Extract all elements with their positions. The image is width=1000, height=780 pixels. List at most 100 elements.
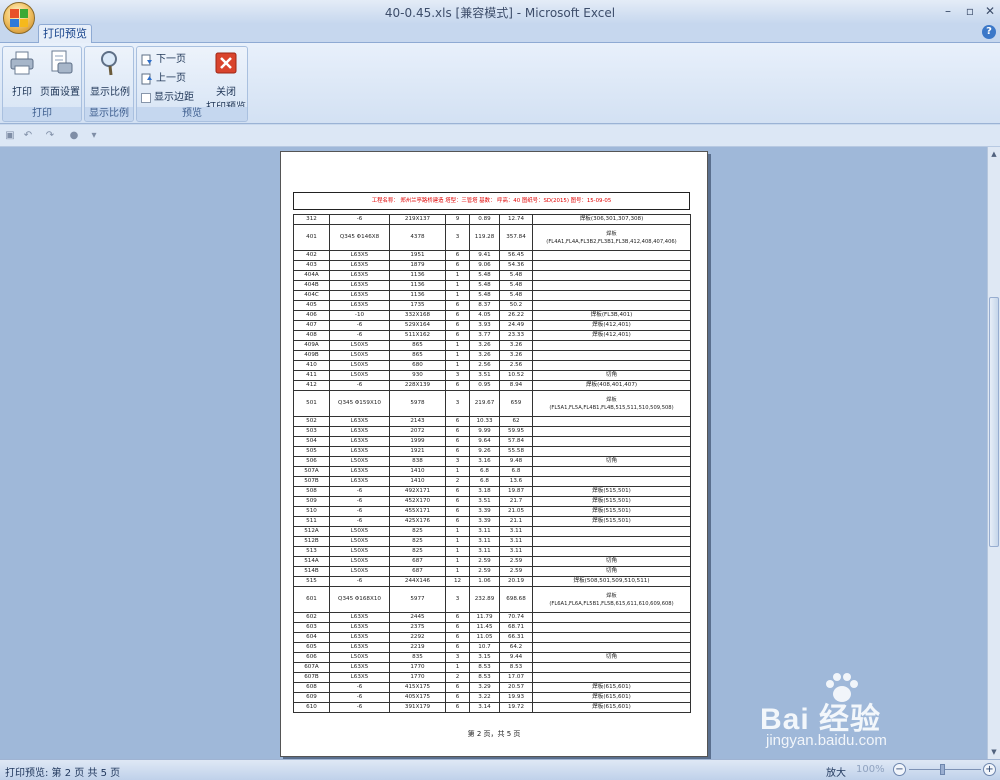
cell-qty: 1 — [445, 556, 470, 567]
zoom-slider-thumb[interactable] — [940, 764, 945, 775]
cell-remark: 焊板(615,601) — [532, 702, 691, 713]
table-row: 605 L63X5 2219 6 10.7 64.2 — [293, 642, 691, 653]
table-row: 607A L63X5 1770 1 8.53 8.53 — [293, 662, 691, 673]
zoom-button[interactable]: 显示比例 — [87, 49, 133, 98]
cell-total-weight: 2.59 — [499, 566, 533, 577]
cell-total-weight: 19.93 — [499, 692, 533, 703]
vertical-scrollbar[interactable]: ▲ ▼ — [987, 147, 1000, 759]
quick-print-icon[interactable]: ● — [68, 130, 80, 142]
cell-qty: 3 — [445, 652, 470, 663]
save-icon[interactable]: ▣ — [4, 130, 16, 142]
zoom-slider-track[interactable] — [909, 769, 981, 770]
cell-spec: -6 — [329, 516, 390, 527]
cell-part-no: 508 — [293, 486, 330, 497]
scroll-thumb[interactable] — [989, 297, 999, 547]
zoom-plus-button[interactable]: + — [983, 763, 996, 776]
redo-icon[interactable]: ↷ — [44, 130, 56, 142]
cell-spec: L50X5 — [329, 360, 390, 371]
cell-spec: L63X5 — [329, 436, 390, 447]
cell-qty: 6 — [445, 612, 470, 623]
cell-unit-weight: 3.51 — [469, 370, 500, 381]
cell-remark — [532, 662, 691, 673]
help-icon[interactable]: ? — [982, 25, 996, 39]
restore-button[interactable]: ▫ — [960, 3, 980, 19]
magnifier-icon — [101, 51, 117, 76]
cell-size: 835 — [389, 652, 446, 663]
cell-qty: 1 — [445, 270, 470, 281]
page-setup-button[interactable]: 页面设置 — [39, 49, 81, 98]
cell-remark — [532, 280, 691, 291]
cell-spec: -6 — [329, 506, 390, 517]
cell-unit-weight: 3.11 — [469, 546, 500, 557]
group-print-label: 打印 — [3, 107, 81, 121]
close-red-icon — [215, 52, 237, 74]
cell-part-no: 607A — [293, 662, 330, 673]
cell-spec: L63X5 — [329, 250, 390, 261]
table-row: 601 Q345 Φ168X10 5977 3 232.89 698.68 焊板 (FL6A1… — [293, 586, 691, 613]
cell-total-weight: 3.26 — [499, 350, 533, 361]
table-row: 604 L63X5 2292 6 11.05 66.31 — [293, 632, 691, 643]
cell-total-weight: 20.57 — [499, 682, 533, 693]
scroll-up-icon[interactable]: ▲ — [989, 149, 999, 159]
cell-remark: 切角 — [532, 456, 691, 467]
customize-qat-icon[interactable]: ▾ — [88, 130, 100, 142]
prev-page-button[interactable]: 上一页 — [141, 70, 186, 87]
cell-remark — [532, 416, 691, 427]
cell-total-weight: 59.95 — [499, 426, 533, 437]
cell-remark — [532, 546, 691, 557]
cell-remark — [532, 260, 691, 271]
cell-part-no: 601 — [293, 586, 330, 613]
cell-size: 825 — [389, 536, 446, 547]
cell-qty: 1 — [445, 360, 470, 371]
cell-total-weight: 23.33 — [499, 330, 533, 341]
cell-size: 405X175 — [389, 692, 446, 703]
cell-unit-weight: 232.89 — [469, 586, 500, 613]
office-button[interactable] — [3, 2, 35, 34]
office-logo-icon — [10, 9, 28, 27]
cell-size: 2445 — [389, 612, 446, 623]
cell-unit-weight: 9.06 — [469, 260, 500, 271]
cell-unit-weight: 3.16 — [469, 456, 500, 467]
close-preview-button[interactable]: 关闭 打印预览 — [205, 49, 247, 113]
cell-size: 1999 — [389, 436, 446, 447]
cell-spec: L50X5 — [329, 350, 390, 361]
cell-remark — [532, 476, 691, 487]
show-margins-checkbox[interactable]: 显示边距 — [141, 89, 194, 106]
table-row: 401 Q345 Φ146X8 4378 3 119.28 357.84 焊板 (FL4A1,… — [293, 224, 691, 251]
zoom-minus-button[interactable]: − — [893, 763, 906, 776]
cell-qty: 6 — [445, 320, 470, 331]
cell-unit-weight: 11.05 — [469, 632, 500, 643]
tab-print-preview[interactable]: 打印预览 — [38, 24, 92, 43]
cell-size: 219X137 — [389, 214, 446, 225]
table-row: 508 -6 492X171 6 3.18 19.87 焊板(515,501) — [293, 486, 691, 497]
cell-part-no: 514B — [293, 566, 330, 577]
minimize-button[interactable]: – — [938, 3, 958, 19]
cell-spec: -6 — [329, 682, 390, 693]
cell-part-no: 604 — [293, 632, 330, 643]
cell-unit-weight: 4.05 — [469, 310, 500, 321]
cell-spec: L63X5 — [329, 426, 390, 437]
cell-unit-weight: 5.48 — [469, 270, 500, 281]
cell-unit-weight: 0.89 — [469, 214, 500, 225]
cell-unit-weight: 3.29 — [469, 682, 500, 693]
cell-spec: L50X5 — [329, 456, 390, 467]
cell-total-weight: 19.72 — [499, 702, 533, 713]
cell-spec: L63X5 — [329, 612, 390, 623]
undo-icon[interactable]: ↶ — [22, 130, 34, 142]
cell-part-no: 603 — [293, 622, 330, 633]
cell-qty: 6 — [445, 506, 470, 517]
next-page-button[interactable]: 下一页 — [141, 51, 186, 68]
page-footer: 第 2 页，共 5 页 — [467, 730, 521, 738]
close-button[interactable]: ✕ — [980, 3, 1000, 19]
table-row: 312 -6 219X137 9 0.89 12.74 焊板(306,301,307,308… — [293, 214, 691, 225]
scroll-down-icon[interactable]: ▼ — [989, 747, 999, 757]
print-button[interactable]: 打印 — [8, 49, 36, 98]
cell-remark — [532, 350, 691, 361]
cell-remark: 焊板(FL3B,401) — [532, 310, 691, 321]
table-row: 411 L50X5 930 3 3.51 10.52 切角 — [293, 370, 691, 381]
cell-total-weight: 8.94 — [499, 380, 533, 391]
cell-part-no: 512B — [293, 536, 330, 547]
zoom-in-link[interactable]: 放大 — [826, 764, 846, 779]
cell-unit-weight: 3.26 — [469, 350, 500, 361]
table-row: 514B L50X5 687 1 2.59 2.59 切角 — [293, 566, 691, 577]
